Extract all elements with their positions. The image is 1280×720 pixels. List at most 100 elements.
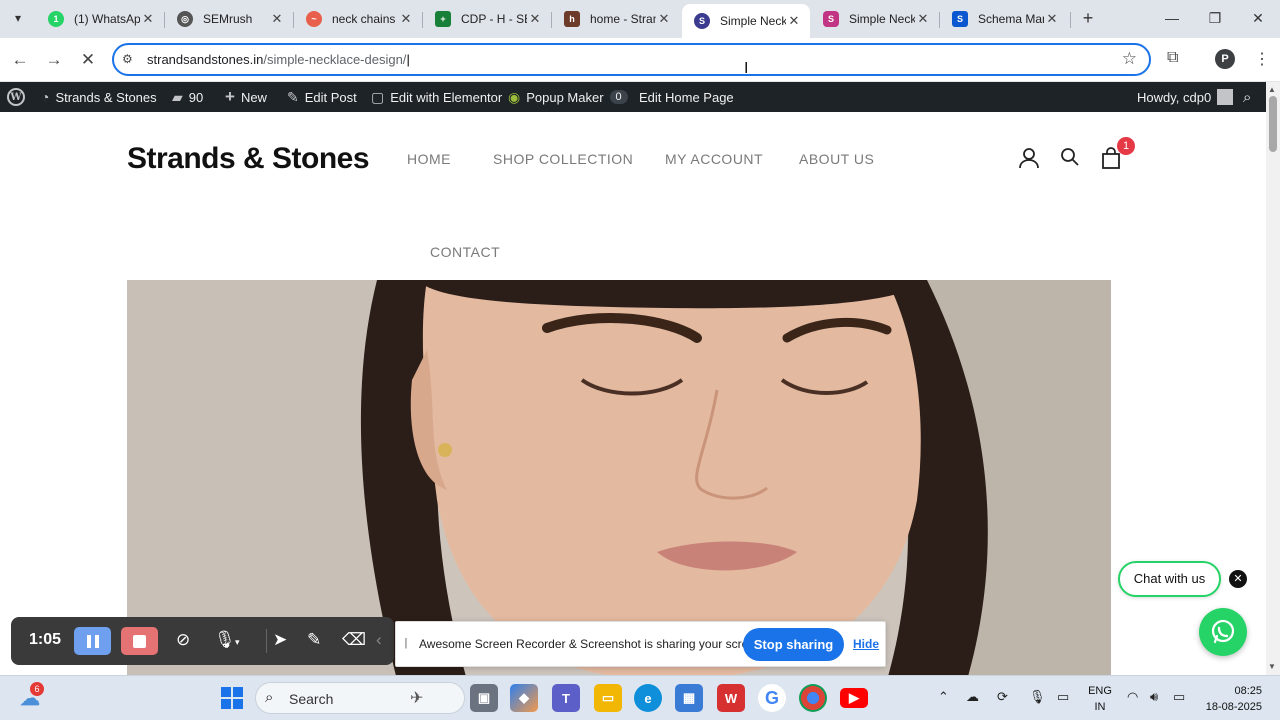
taskbar-search-label: Search: [289, 691, 334, 707]
keyboard-icon[interactable]: ▭: [1057, 689, 1069, 705]
whatsapp-chat-button[interactable]: [1199, 608, 1247, 656]
extensions-icon[interactable]: ⧉: [1167, 49, 1178, 67]
pointer-tool-icon[interactable]: ➤: [273, 630, 287, 650]
popup-maker-icon: ◉: [508, 88, 521, 105]
show-hidden-icons-chevron[interactable]: ⌃: [938, 689, 949, 705]
browser-tab[interactable]: ~ neck chains ✕: [294, 4, 422, 34]
browser-tab[interactable]: h home - Stran ✕: [552, 4, 680, 34]
wordpress-logo-icon[interactable]: W: [7, 82, 25, 112]
taskbar-search-box[interactable]: ⌕ Search ✈: [255, 682, 465, 714]
nav-my-account[interactable]: MY ACCOUNT: [665, 151, 763, 167]
tab-divider: [1070, 12, 1071, 28]
address-bar[interactable]: ⚙ strandsandstones.in/simple-necklace-de…: [112, 43, 1151, 76]
clock-time: 08:25: [1234, 685, 1262, 697]
volume-icon[interactable]: 🔊︎: [1150, 689, 1158, 705]
stop-loading-button[interactable]: ✕: [76, 48, 100, 72]
close-tab-icon[interactable]: ✕: [656, 11, 672, 27]
wifi-icon[interactable]: ◠: [1127, 689, 1138, 705]
chat-close-icon[interactable]: ✕: [1229, 570, 1247, 588]
pause-recording-button[interactable]: [74, 627, 111, 655]
microphone-icon[interactable]: 🎙︎: [214, 630, 236, 650]
system-clock[interactable]: 08:25 18-08-2025: [1198, 683, 1262, 715]
admin-search-icon[interactable]: ⌕: [1243, 82, 1251, 112]
search-icon[interactable]: [1060, 147, 1080, 172]
page-scrollbar[interactable]: ▲ ▼: [1266, 82, 1280, 675]
browser-tab-active[interactable]: S Simple Neck ✕: [682, 4, 810, 38]
forward-button[interactable]: →: [42, 48, 66, 72]
nav-shop-collection[interactable]: SHOP COLLECTION: [493, 151, 633, 167]
close-window-icon[interactable]: ✕: [1248, 8, 1268, 28]
tab-title: CDP - H - SE: [461, 12, 527, 26]
weather-notification-badge: 6: [30, 682, 44, 696]
back-button[interactable]: ←: [8, 48, 32, 72]
browser-tab[interactable]: S Simple Neck ✕: [811, 4, 939, 34]
mic-dropdown-icon[interactable]: ▾: [235, 637, 240, 648]
microsoft-store-icon[interactable]: ▦: [675, 684, 703, 712]
site-logo[interactable]: Strands & Stones: [127, 142, 370, 176]
close-tab-icon[interactable]: ✕: [269, 11, 285, 27]
nav-about-us[interactable]: ABOUT US: [799, 151, 874, 167]
task-view-icon[interactable]: ▣: [470, 684, 498, 712]
browser-tab[interactable]: + CDP - H - SE ✕: [423, 4, 551, 34]
url-text[interactable]: strandsandstones.in/simple-necklace-desi…: [147, 52, 410, 67]
scrollbar-thumb[interactable]: [1269, 96, 1277, 152]
site-info-icon[interactable]: ⚙: [122, 52, 133, 66]
whatsapp-icon: 1: [48, 11, 64, 27]
stop-recording-button[interactable]: [121, 627, 158, 655]
browser-tab[interactable]: 1 (1) WhatsApp ✕: [36, 4, 164, 34]
microphone-tray-icon[interactable]: 🎙︎: [1029, 689, 1046, 705]
minimize-icon[interactable]: —: [1162, 8, 1182, 28]
profile-avatar[interactable]: P: [1215, 49, 1235, 69]
new-tab-button[interactable]: +: [1078, 8, 1098, 28]
wps-office-icon[interactable]: W: [717, 684, 745, 712]
edit-home-page-link[interactable]: Edit Home Page: [639, 82, 734, 112]
stop-sharing-button[interactable]: Stop sharing: [743, 628, 844, 661]
eraser-tool-icon[interactable]: ⌫: [342, 630, 366, 650]
chrome-icon[interactable]: [799, 684, 827, 712]
copilot-icon[interactable]: ◆: [510, 684, 538, 712]
chat-with-us-button[interactable]: Chat with us: [1118, 561, 1221, 597]
howdy-account-link[interactable]: Howdy, cdp0: [1137, 82, 1234, 112]
browser-tab[interactable]: S Schema Mar ✕: [940, 4, 1068, 34]
onedrive-icon[interactable]: ☁: [966, 689, 979, 705]
sync-icon[interactable]: ⟳: [997, 689, 1008, 705]
start-button[interactable]: [218, 684, 246, 712]
close-tab-icon[interactable]: ✕: [398, 11, 414, 27]
browser-tab[interactable]: ◎ SEMrush ✕: [165, 4, 293, 34]
scroll-down-icon[interactable]: ▼: [1268, 662, 1276, 671]
admin-site-name[interactable]: ◔ Strands & Stones: [41, 82, 157, 112]
battery-icon[interactable]: ▭: [1173, 689, 1185, 705]
account-icon[interactable]: [1018, 147, 1040, 174]
edit-post-link[interactable]: ✎ Edit Post: [287, 82, 357, 112]
collapse-chevron-icon[interactable]: ‹: [376, 630, 382, 650]
youtube-icon[interactable]: ▶: [840, 688, 868, 708]
bookmark-star-icon[interactable]: ☆: [1122, 49, 1137, 69]
toolbar-divider: [266, 629, 267, 653]
close-tab-icon[interactable]: ✕: [1044, 11, 1060, 27]
file-explorer-icon[interactable]: ▭: [594, 684, 622, 712]
google-icon[interactable]: G: [758, 684, 786, 712]
more-menu-icon[interactable]: ⋮: [1254, 49, 1270, 69]
schema-icon: S: [952, 11, 968, 27]
close-tab-icon[interactable]: ✕: [140, 11, 156, 27]
camera-off-icon[interactable]: ⊘: [176, 630, 190, 650]
close-tab-icon[interactable]: ✕: [527, 11, 543, 27]
nav-contact[interactable]: CONTACT: [430, 244, 500, 260]
close-tab-icon[interactable]: ✕: [786, 13, 802, 29]
input-language[interactable]: ENG IN: [1087, 683, 1113, 715]
tab-search-button[interactable]: ▾: [6, 6, 30, 30]
teams-icon[interactable]: T: [552, 684, 580, 712]
edit-with-elementor-link[interactable]: ▢ Edit with Elementor: [371, 82, 502, 112]
nav-home[interactable]: HOME: [407, 151, 451, 167]
pen-tool-icon[interactable]: ✎: [307, 630, 321, 650]
restore-icon[interactable]: ❐: [1205, 8, 1225, 28]
popup-maker-link[interactable]: ◉ Popup Maker 0: [508, 82, 628, 112]
edge-icon[interactable]: e: [634, 684, 662, 712]
new-content-link[interactable]: + New: [225, 82, 267, 112]
tab-title: Simple Neck: [720, 14, 786, 28]
scroll-up-icon[interactable]: ▲: [1268, 85, 1276, 94]
drag-handle-icon[interactable]: ||: [404, 637, 407, 649]
close-tab-icon[interactable]: ✕: [915, 11, 931, 27]
hide-sharing-bar-link[interactable]: Hide: [853, 637, 879, 651]
comments-link[interactable]: ▰ 90: [172, 82, 203, 112]
